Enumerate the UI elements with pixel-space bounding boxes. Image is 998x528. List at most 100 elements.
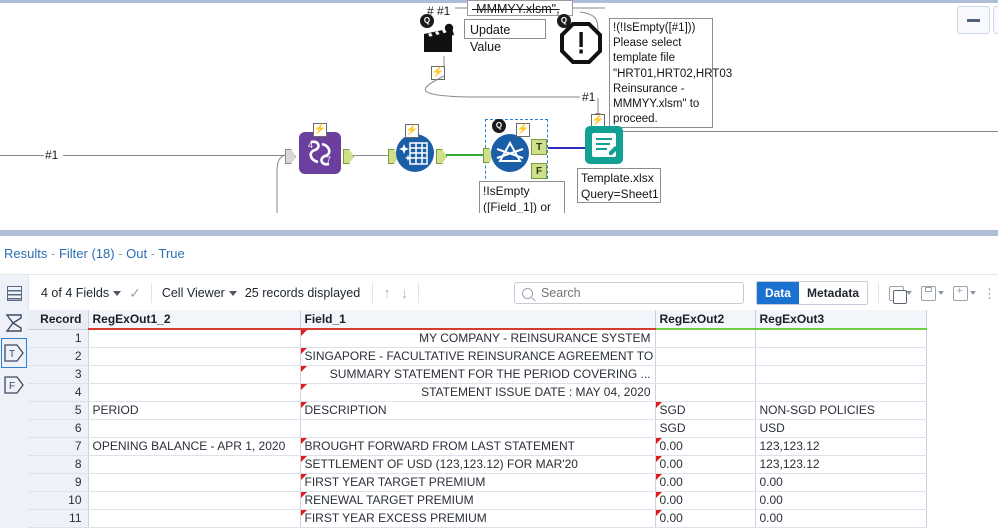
cell-regexout3[interactable]: 0.00 [755,491,927,510]
cell-record[interactable]: 10 [28,491,89,510]
cell-record[interactable]: 3 [28,365,89,384]
cell-regexout1-2[interactable]: OPENING BALANCE - APR 1, 2020 [88,437,301,456]
results-table-container[interactable]: Record RegExOut1_2 Field_1 RegExOut2 Reg… [28,310,998,528]
column-header-regexout3[interactable]: RegExOut3 [755,310,927,330]
true-filter-button[interactable]: T [1,338,27,368]
cell-record[interactable]: 5 [28,401,89,420]
cell-regexout1-2[interactable] [88,473,301,492]
cell-regexout1-2[interactable] [88,491,301,510]
column-header-record[interactable]: Record [28,310,89,330]
cell-regexout2[interactable] [655,347,756,366]
cell-regexout2[interactable] [655,329,756,348]
table-row[interactable]: 9 FIRST YEAR TARGET PREMIUM 0.00 0.00 [28,473,927,492]
search-input-wrapper[interactable] [513,282,744,304]
cell-record[interactable]: 2 [28,347,89,366]
table-row[interactable]: 2 SINGAPORE - FACULTATIVE REINSURANCE AGR… [28,347,927,366]
cell-record[interactable]: 4 [28,383,89,402]
tab-data[interactable]: Data [756,282,799,304]
column-header-regexout2[interactable]: RegExOut2 [655,310,756,330]
cell-regexout3[interactable] [755,347,927,366]
cell-regexout2[interactable]: 0.00 [655,491,756,510]
table-row[interactable]: 4 STATEMENT ISSUE DATE : MAY 04, 2020 [28,383,927,402]
data-cleansing-tool[interactable] [396,134,434,172]
render-tool[interactable] [585,126,623,164]
cell-field-1[interactable]: RENEWAL TARGET PREMIUM [300,491,656,510]
copy-button[interactable] [889,285,912,304]
cell-regexout3[interactable]: 123,123.12 [755,455,927,474]
cell-regexout2[interactable] [655,365,756,384]
cell-regexout2[interactable]: 0.00 [655,509,756,528]
table-row[interactable]: 5 PERIOD DESCRIPTION SGD NON-SGD POLICIES [28,401,927,420]
cell-regexout2[interactable]: 0.00 [655,455,756,474]
workflow-canvas[interactable]: # #1 -MMMYY.xlsm", Update Value !(!IsEmp… [0,0,998,213]
cell-field-1[interactable] [300,419,656,438]
filter-false-port[interactable]: F [531,163,547,179]
table-row[interactable]: 10 RENEWAL TARGET PREMIUM 0.00 0.00 [28,491,927,510]
lightning-badge-cleanse[interactable]: ⚡ [405,124,419,138]
arrow-down-icon[interactable]: ↓ [401,286,409,301]
cell-regexout3[interactable] [755,383,927,402]
cell-record[interactable]: 9 [28,473,89,492]
data-metadata-toggle[interactable]: Data Metadata [755,281,868,305]
filter-true-port[interactable]: T [531,139,547,155]
table-row[interactable]: 1 MY COMPANY - REINSURANCE SYSTEM [28,329,927,348]
cell-field-1[interactable]: STATEMENT ISSUE DATE : MAY 04, 2020 [300,383,656,402]
arrow-up-icon[interactable]: ↑ [383,286,391,301]
cell-record[interactable]: 11 [28,509,89,528]
regex-tool[interactable]: 4 7 [299,132,341,174]
column-header-field-1[interactable]: Field_1 [300,310,656,330]
false-filter-button[interactable]: F [1,370,27,400]
tab-metadata[interactable]: Metadata [798,282,867,304]
cell-field-1[interactable]: SUMMARY STATEMENT FOR THE PERIOD COVERIN… [300,365,656,384]
cell-record[interactable]: 6 [28,419,89,438]
add-button[interactable] [953,285,976,301]
cell-field-1[interactable]: FIRST YEAR TARGET PREMIUM [300,473,656,492]
cell-regexout2[interactable] [655,383,756,402]
cell-regexout3[interactable]: 0.00 [755,473,927,492]
lightning-badge-filter[interactable]: ⚡ [516,123,530,137]
cell-regexout3[interactable] [755,365,927,384]
table-row[interactable]: 8 SETTLEMENT OF USD (123,123.12) FOR MAR'… [28,455,927,474]
cell-field-1[interactable]: SINGAPORE - FACULTATIVE REINSURANCE AGRE… [300,347,656,366]
cell-regexout3[interactable] [755,329,927,348]
cell-field-1[interactable]: DESCRIPTION [300,401,656,420]
table-row[interactable]: 3 SUMMARY STATEMENT FOR THE PERIOD COVERI… [28,365,927,384]
cell-field-1[interactable]: SETTLEMENT OF USD (123,123.12) FOR MAR'2… [300,455,656,474]
cell-regexout1-2[interactable] [88,365,301,384]
fields-selector[interactable]: 4 of 4 Fields [41,286,122,300]
cell-viewer-selector[interactable]: Cell Viewer [162,286,237,300]
cell-regexout1-2[interactable] [88,509,301,528]
cell-regexout2[interactable]: 0.00 [655,437,756,456]
cell-regexout1-2[interactable] [88,329,301,348]
cell-field-1[interactable]: MY COMPANY - REINSURANCE SYSTEM [300,329,656,348]
lightning-badge-regex[interactable]: ⚡ [313,123,327,137]
sigma-button[interactable] [2,310,26,336]
search-input[interactable] [538,285,733,301]
cell-regexout2[interactable]: 0.00 [655,473,756,492]
more-icon[interactable]: ⋮ [983,287,996,300]
cell-field-1[interactable]: BROUGHT FORWARD FROM LAST STATEMENT [300,437,656,456]
cell-regexout1-2[interactable] [88,347,301,366]
cell-regexout3[interactable]: NON-SGD POLICIES [755,401,927,420]
cell-regexout3[interactable]: USD [755,419,927,438]
save-button[interactable] [921,285,944,301]
table-row[interactable]: 7 OPENING BALANCE - APR 1, 2020 BROUGHT FO… [28,437,927,456]
table-row[interactable]: 11 FIRST YEAR EXCESS PREMIUM 0.00 0.00 [28,509,927,528]
filter-tool[interactable] [491,134,529,172]
check-icon[interactable]: ✓ [129,286,141,300]
cell-record[interactable]: 7 [28,437,89,456]
cell-record[interactable]: 1 [28,329,89,348]
cell-regexout1-2[interactable] [88,383,301,402]
cell-regexout1-2[interactable]: PERIOD [88,401,301,420]
cell-regexout2[interactable]: SGD [655,419,756,438]
cell-regexout2[interactable]: SGD [655,401,756,420]
cell-regexout3[interactable]: 0.00 [755,509,927,528]
column-header-regexout1-2[interactable]: RegExOut1_2 [88,310,301,330]
cell-regexout1-2[interactable] [88,455,301,474]
cell-field-1[interactable]: FIRST YEAR EXCESS PREMIUM [300,509,656,528]
table-row[interactable]: 6 SGD USD [28,419,927,438]
cell-regexout3[interactable]: 123,123.12 [755,437,927,456]
cell-record[interactable]: 8 [28,455,89,474]
question-badge-filter[interactable]: Q [492,119,506,133]
grid-view-button[interactable] [0,275,29,311]
